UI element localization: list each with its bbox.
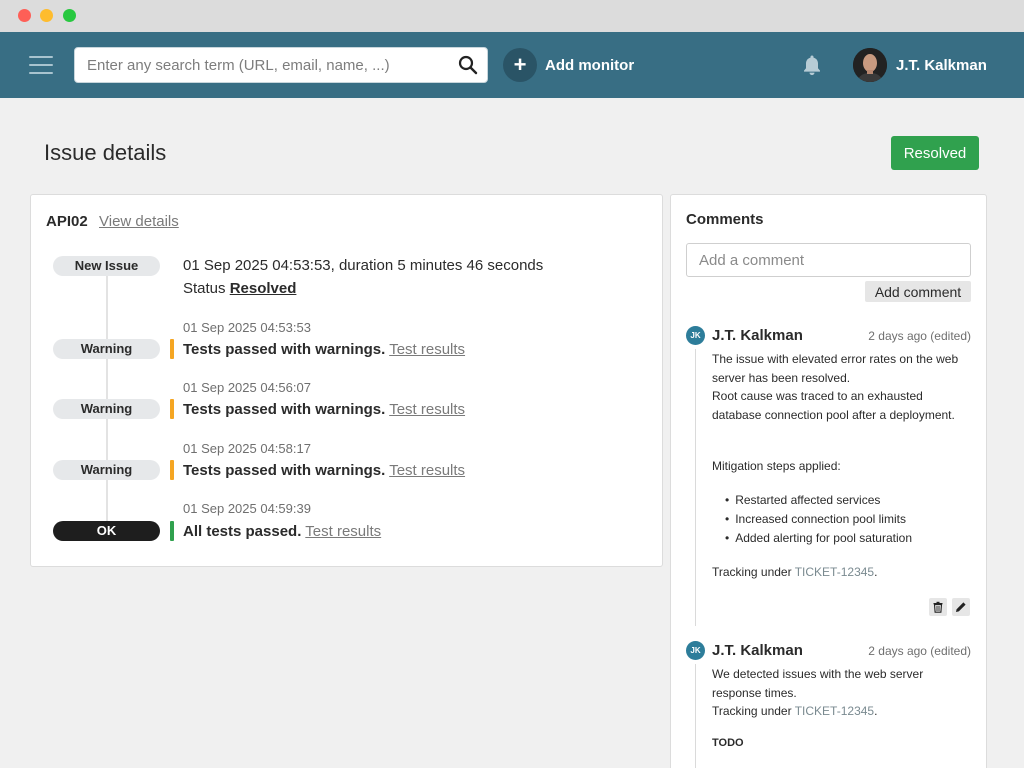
badge-ok: OK (53, 521, 160, 541)
page-title: Issue details (44, 140, 167, 165)
hamburger-icon[interactable] (29, 55, 53, 75)
event-time: 01 Sep 2025 04:58:17 (183, 441, 311, 456)
window-maximize-button[interactable] (63, 9, 76, 22)
event-message-text: Tests passed with warnings. (183, 462, 386, 479)
badge-warning: Warning (53, 339, 160, 359)
badge-warning: Warning (53, 460, 160, 480)
window-minimize-button[interactable] (40, 9, 53, 22)
event-summary: 01 Sep 2025 04:53:53, duration 5 minutes… (183, 257, 544, 274)
status-resolved-button[interactable]: Resolved (891, 136, 979, 170)
status-value: Resolved (229, 280, 297, 297)
add-monitor-button[interactable]: + Add monitor (503, 48, 634, 82)
list-item: Increased connection pool limits (735, 510, 912, 529)
add-monitor-label: Add monitor (545, 56, 635, 74)
issue-timeline-card: API02 View details New Issue 01 Sep 2025… (30, 194, 663, 567)
comments-title: Comments (686, 211, 764, 228)
search-box (74, 47, 488, 83)
ok-indicator (170, 521, 174, 541)
app-header: + Add monitor J.T. Kalkman (0, 32, 1024, 98)
event-message: Tests passed with warnings. Test results (183, 462, 465, 479)
comment-tracking: Tracking under TICKET-12345. (712, 563, 967, 582)
ticket-link[interactable]: TICKET-12345 (795, 565, 874, 579)
event-time: 01 Sep 2025 04:56:07 (183, 380, 311, 395)
delete-comment-button[interactable] (929, 598, 947, 616)
comments-card: Comments Add comment JK J.T. Kalkman 2 d… (670, 194, 987, 768)
comment-input[interactable] (686, 243, 971, 277)
plus-icon: + (503, 48, 537, 82)
test-results-link[interactable]: Test results (389, 341, 465, 358)
comment-paragraph: The issue with elevated error rates on t… (712, 350, 967, 424)
monitor-name: API02 (46, 213, 88, 230)
search-input[interactable] (75, 48, 445, 82)
user-name: J.T. Kalkman (896, 56, 987, 74)
tracking-suffix: . (874, 565, 878, 579)
warning-indicator (170, 339, 174, 359)
event-time: 01 Sep 2025 04:53:53 (183, 320, 311, 335)
event-time: 01 Sep 2025 04:59:39 (183, 501, 311, 516)
status-label: Status (183, 280, 226, 297)
comment-heading: TODO (712, 737, 744, 749)
comment-text-2: Root cause was traced to an exhausted da… (712, 389, 955, 422)
test-results-link[interactable]: Test results (305, 523, 381, 540)
comment-paragraph: We detected issues with the web server r… (712, 667, 924, 700)
tracking-label: Tracking under (712, 704, 792, 718)
badge-warning: Warning (53, 399, 160, 419)
comment-tracking: Tracking under TICKET-12345. (712, 702, 967, 721)
comment-text-1: The issue with elevated error rates on t… (712, 352, 959, 385)
list-item: Restarted affected services (735, 491, 912, 510)
comment-avatar: JK (686, 326, 705, 345)
comment-thread-line (695, 664, 696, 768)
list-item: Added alerting for pool saturation (735, 529, 912, 548)
comment-timestamp: 2 days ago (edited) (868, 644, 971, 658)
test-results-link[interactable]: Test results (389, 462, 465, 479)
tracking-suffix: . (874, 704, 878, 718)
badge-new-issue: New Issue (53, 256, 160, 276)
user-menu[interactable]: J.T. Kalkman (853, 47, 987, 83)
edit-comment-button[interactable] (952, 598, 970, 616)
avatar (853, 48, 887, 82)
comment-author: J.T. Kalkman (712, 327, 803, 344)
search-icon[interactable] (458, 55, 478, 75)
trash-icon (933, 601, 943, 613)
add-comment-button[interactable]: Add comment (865, 281, 971, 302)
warning-indicator (170, 399, 174, 419)
warning-indicator (170, 460, 174, 480)
comment-timestamp: 2 days ago (edited) (868, 329, 971, 343)
comment-avatar: JK (686, 641, 705, 660)
event-message: Tests passed with warnings. Test results (183, 401, 465, 418)
event-message-text: Tests passed with warnings. (183, 401, 386, 418)
comment-author: J.T. Kalkman (712, 642, 803, 659)
event-message: Tests passed with warnings. Test results (183, 341, 465, 358)
ticket-link[interactable]: TICKET-12345 (795, 704, 874, 718)
comment-paragraph: Mitigation steps applied: (712, 459, 841, 473)
test-results-link[interactable]: Test results (389, 401, 465, 418)
window-titlebar (0, 0, 1024, 32)
event-status: Status Resolved (183, 280, 296, 297)
tracking-label: Tracking under (712, 565, 792, 579)
comment-thread-line (695, 349, 696, 626)
timeline-line (106, 261, 108, 523)
pencil-icon (956, 602, 966, 612)
event-message: All tests passed. Test results (183, 523, 381, 540)
bell-icon[interactable] (800, 53, 824, 77)
view-details-link[interactable]: View details (99, 213, 179, 230)
event-message-text: Tests passed with warnings. (183, 341, 386, 358)
window-close-button[interactable] (18, 9, 31, 22)
comment-bullet-list: Restarted affected services Increased co… (735, 491, 912, 548)
event-message-text: All tests passed. (183, 523, 302, 540)
